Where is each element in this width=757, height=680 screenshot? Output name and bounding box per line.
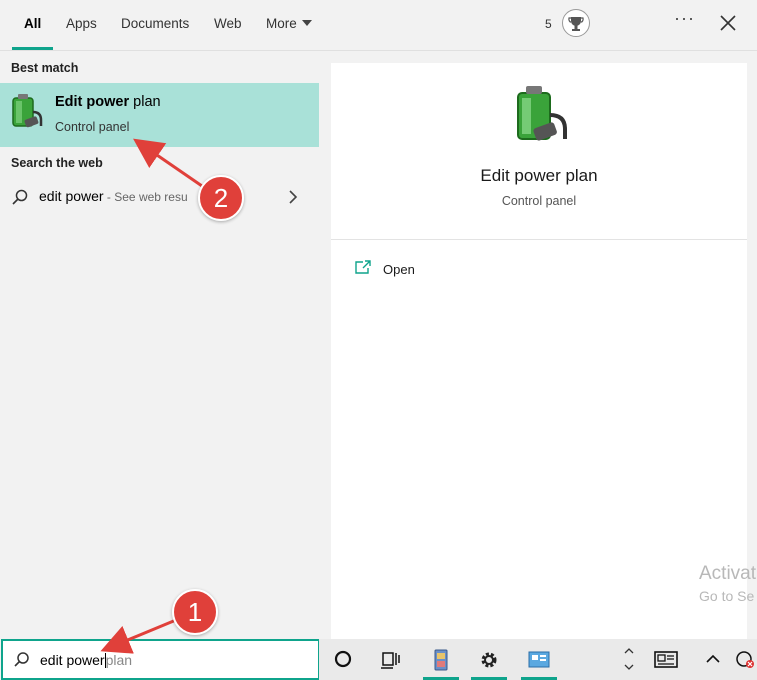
chevron-down-icon bbox=[301, 20, 312, 26]
close-icon[interactable] bbox=[717, 12, 739, 34]
power-plan-battery-icon bbox=[508, 83, 570, 149]
power-plan-battery-icon bbox=[9, 92, 43, 132]
best-match-result[interactable]: Edit power plan Control panel bbox=[0, 83, 319, 147]
tab-more-label: More bbox=[266, 16, 297, 31]
network-icon[interactable] bbox=[729, 639, 757, 680]
chevron-right-icon[interactable] bbox=[287, 189, 299, 205]
divider bbox=[331, 239, 747, 240]
preview-pane: Edit power plan Control panel Open Activ… bbox=[331, 63, 756, 639]
activation-watermark-subtitle: Go to Se bbox=[699, 588, 755, 604]
tab-apps[interactable]: Apps bbox=[66, 0, 97, 50]
tab-all[interactable]: All bbox=[11, 0, 54, 50]
best-match-title: Edit power plan bbox=[55, 94, 161, 110]
rewards-count: 5 bbox=[545, 17, 552, 31]
task-view-icon[interactable] bbox=[371, 639, 411, 680]
preview-subtitle: Control panel bbox=[501, 194, 577, 208]
best-match-title-bold: Edit power bbox=[55, 94, 130, 110]
search-tab-bar: All Apps Documents Web More 5 ··· bbox=[0, 0, 757, 51]
news-icon[interactable] bbox=[645, 639, 685, 680]
web-result-hint: - See web resu bbox=[103, 190, 188, 204]
results-pane: Best match Edit power plan Control panel… bbox=[0, 51, 319, 639]
chevron-up-icon[interactable] bbox=[697, 639, 727, 680]
cortana-icon[interactable] bbox=[323, 639, 363, 680]
activation-watermark-title: Activat bbox=[699, 563, 757, 584]
control-panel-icon[interactable] bbox=[519, 639, 559, 680]
web-result-query: edit power bbox=[39, 188, 104, 204]
open-window-icon bbox=[354, 259, 372, 275]
annotation-badge-1: 1 bbox=[172, 589, 218, 635]
rewards-trophy-icon[interactable] bbox=[562, 9, 590, 37]
annotation-badge-2: 2 bbox=[198, 175, 244, 221]
search-web-heading: Search the web bbox=[11, 156, 103, 170]
search-typed-text: edit power bbox=[40, 652, 105, 668]
web-search-result[interactable]: edit power - See web resu bbox=[0, 183, 319, 213]
taskbar bbox=[319, 639, 757, 680]
search-suggestion: plan bbox=[105, 652, 133, 668]
open-label: Open bbox=[383, 262, 415, 277]
best-match-title-rest: plan bbox=[129, 94, 161, 110]
preview-title: Edit power plan bbox=[480, 166, 598, 185]
search-icon bbox=[11, 188, 29, 206]
search-icon bbox=[13, 651, 30, 668]
best-match-subtitle: Control panel bbox=[55, 120, 130, 134]
more-options-icon[interactable]: ··· bbox=[674, 8, 695, 29]
web-result-text: edit power - See web resu bbox=[39, 188, 188, 204]
app-icon[interactable] bbox=[421, 639, 461, 680]
search-text: edit powerplan bbox=[40, 652, 132, 668]
best-match-heading: Best match bbox=[11, 61, 79, 75]
tab-documents[interactable]: Documents bbox=[121, 0, 189, 50]
search-input[interactable]: edit powerplan bbox=[1, 639, 320, 680]
tab-more[interactable]: More bbox=[266, 0, 312, 50]
settings-icon[interactable] bbox=[469, 639, 509, 680]
tab-web[interactable]: Web bbox=[214, 0, 242, 50]
scroll-arrows-icon[interactable] bbox=[617, 639, 641, 680]
